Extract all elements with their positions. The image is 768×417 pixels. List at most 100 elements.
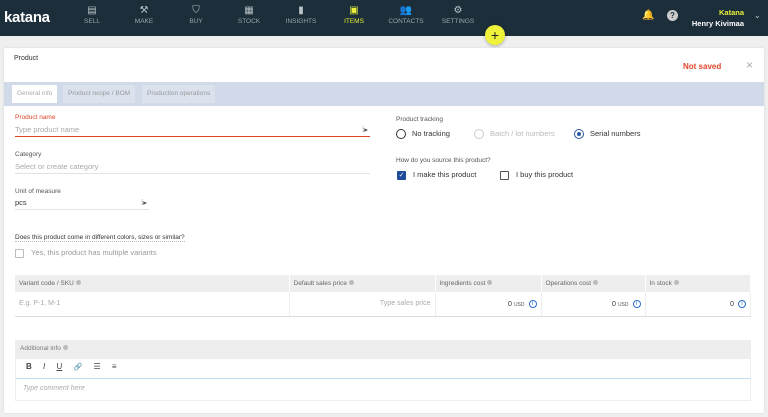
gear-icon: ⚙ (430, 4, 486, 18)
chart-icon: ▮ (273, 4, 329, 18)
store-icon: ▤ (64, 4, 120, 18)
close-icon[interactable]: × (746, 58, 753, 72)
checkbox-make[interactable]: ✓ I make this product (397, 170, 476, 180)
col-stock: In stock (645, 275, 751, 292)
editor-toolbar: B I U 🔗 ☰ ≡ (15, 359, 751, 378)
table-header: Variant code / SKU Default sales price I… (15, 275, 751, 292)
tracking-label: Product tracking (396, 116, 443, 123)
tab-bar: General info Product recipe / BOM Produc… (4, 82, 764, 106)
help-icon[interactable]: ? (667, 10, 678, 21)
nav-stock[interactable]: ▦STOCK (221, 4, 277, 25)
nav-settings[interactable]: ⚙SETTINGS (430, 4, 486, 25)
nav-label: CONTACTS (388, 18, 423, 25)
checkbox[interactable] (15, 249, 24, 258)
placeholder: Type product name (15, 125, 79, 134)
uom-value: pcs (15, 198, 27, 207)
tab-production-operations[interactable]: Production operations (142, 85, 215, 103)
info-icon[interactable]: i (529, 300, 537, 308)
check-icon[interactable]: ✓ (397, 171, 406, 180)
nav-buy[interactable]: ⛉BUY (168, 4, 224, 25)
underline-button[interactable]: U (56, 362, 62, 371)
radio-label: No tracking (412, 129, 450, 138)
info-icon (487, 280, 492, 285)
ingredients-cost: 0USDi (435, 292, 541, 316)
italic-button[interactable]: I (43, 362, 45, 371)
boxes-icon: ▦ (221, 4, 277, 18)
operations-cost: 0USDi (541, 292, 645, 316)
variants-question: Does this product come in different colo… (15, 234, 185, 242)
nav-label: STOCK (238, 18, 260, 25)
bullet-list-button[interactable]: ≡ (112, 362, 117, 371)
input-helper-icon: ⁞▸ (141, 196, 147, 210)
top-nav: katana ▤SELL ⚒MAKE ⛉BUY ▦STOCK ▮INSIGHTS… (0, 0, 768, 36)
link-button[interactable]: 🔗 (74, 364, 83, 371)
radio-label: Batch / lot numbers (490, 129, 555, 138)
product-name-label: Product name (15, 114, 55, 121)
info-icon (76, 280, 81, 285)
radio-label: Serial numbers (590, 129, 640, 138)
user-name[interactable]: Henry Kivimaa (692, 19, 744, 28)
ordered-list-button[interactable]: ☰ (93, 362, 100, 371)
uom-label: Unit of measure (15, 188, 61, 195)
info-icon[interactable]: i (633, 300, 641, 308)
nav-items[interactable]: ▣ITEMS (326, 4, 382, 25)
bold-button[interactable]: B (26, 362, 32, 371)
col-operations: Operations cost (541, 275, 645, 292)
chevron-down-icon[interactable]: ⌄ (754, 11, 761, 20)
product-card: Product Not saved × General info Product… (4, 48, 764, 413)
nav-label: ITEMS (344, 18, 364, 25)
org-name: Katana (719, 8, 744, 17)
nav-label: MAKE (135, 18, 153, 25)
radio-no-tracking[interactable]: No tracking (396, 129, 450, 139)
info-icon (349, 280, 354, 285)
tab-general-info[interactable]: General info (12, 85, 57, 103)
radio[interactable] (474, 129, 484, 139)
info-icon (593, 280, 598, 285)
add-button[interactable]: + (485, 25, 505, 45)
basket-icon: ⛉ (168, 4, 224, 18)
checkbox-buy[interactable]: I buy this product (500, 170, 573, 180)
sales-price-input[interactable]: Type sales price (289, 292, 435, 316)
product-name-input[interactable]: Type product name ⁞▸ (15, 123, 370, 137)
katana-logo[interactable]: katana (4, 9, 50, 26)
nav-insights[interactable]: ▮INSIGHTS (273, 4, 329, 25)
radio[interactable] (574, 129, 584, 139)
sku-input[interactable]: E.g. P-1, M-1 (15, 292, 289, 316)
additional-info-label: Additional info (15, 340, 751, 359)
checkbox[interactable] (500, 171, 509, 180)
checkbox-label: Yes, this product has multiple variants (31, 248, 157, 257)
variants-table: Variant code / SKU Default sales price I… (15, 275, 751, 317)
variants-checkbox[interactable]: Yes, this product has multiple variants (15, 248, 157, 258)
info-icon (674, 280, 679, 285)
info-icon (63, 345, 68, 350)
radio[interactable] (396, 129, 406, 139)
tag-icon: ▣ (326, 4, 382, 18)
page-title: Product (14, 55, 38, 62)
category-input[interactable]: Select or create category (15, 160, 370, 174)
info-icon[interactable]: i (738, 300, 746, 308)
save-status: Not saved (683, 62, 721, 71)
hammer-icon: ⚒ (116, 4, 172, 18)
checkbox-label: I buy this product (516, 170, 573, 179)
input-helper-icon: ⁞▸ (362, 123, 368, 137)
uom-input[interactable]: pcs ⁞▸ (15, 196, 149, 210)
nav-label: SELL (84, 18, 100, 25)
checkbox-label: I make this product (413, 170, 476, 179)
source-label: How do you source this product? (396, 157, 491, 164)
tab-product-recipe[interactable]: Product recipe / BOM (63, 85, 135, 103)
col-sku: Variant code / SKU (15, 275, 289, 292)
col-ingredients: Ingredients cost (435, 275, 541, 292)
nav-make[interactable]: ⚒MAKE (116, 4, 172, 25)
radio-serial[interactable]: Serial numbers (574, 129, 640, 139)
comment-input[interactable]: Type comment here (15, 378, 751, 401)
nav-contacts[interactable]: 👥CONTACTS (378, 4, 434, 25)
bell-icon[interactable]: 🔔 (642, 10, 654, 21)
placeholder: Select or create category (15, 162, 98, 171)
nav-label: BUY (189, 18, 202, 25)
in-stock: 0i (645, 292, 751, 316)
table-row: E.g. P-1, M-1 Type sales price 0USDi 0US… (15, 292, 751, 316)
radio-batch[interactable]: Batch / lot numbers (474, 129, 555, 139)
col-price: Default sales price (289, 275, 435, 292)
nav-sell[interactable]: ▤SELL (64, 4, 120, 25)
nav-label: INSIGHTS (286, 18, 317, 25)
